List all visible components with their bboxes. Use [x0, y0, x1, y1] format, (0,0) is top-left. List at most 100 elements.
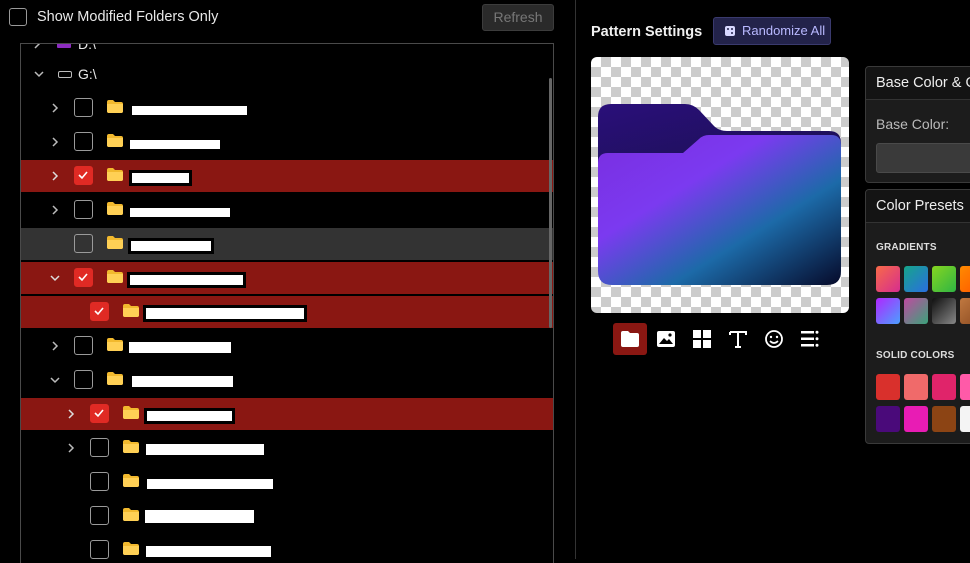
gradient-swatch[interactable] — [932, 298, 956, 324]
folder-icon — [107, 236, 123, 249]
base-color-input[interactable] — [876, 143, 970, 173]
dice-icon — [725, 26, 735, 36]
image-icon — [657, 331, 675, 347]
list-icon — [801, 330, 819, 347]
base-color-header[interactable]: Base Color & G — [866, 67, 970, 100]
tree-scrollbar[interactable] — [549, 78, 552, 328]
tree-row-selected[interactable] — [21, 261, 553, 295]
folder-checkbox[interactable] — [74, 336, 93, 355]
chevron-down-icon[interactable] — [49, 272, 61, 284]
tree-row[interactable] — [21, 194, 553, 227]
randomize-all-label: Randomize All — [742, 23, 826, 38]
chevron-right-icon[interactable] — [49, 170, 61, 182]
folder-checkbox-checked[interactable] — [74, 268, 93, 287]
tool-text[interactable] — [721, 323, 755, 355]
folder-checkbox[interactable] — [74, 370, 93, 389]
folder-checkbox-checked[interactable] — [74, 166, 93, 185]
color-presets-header[interactable]: Color Presets — [866, 190, 970, 223]
redacted-folder-name — [130, 208, 230, 217]
folder-checkbox[interactable] — [90, 540, 109, 559]
redacted-folder-name — [132, 106, 247, 115]
chevron-right-icon[interactable] — [65, 408, 77, 420]
tree-row[interactable] — [21, 466, 553, 499]
tool-image[interactable] — [649, 323, 683, 355]
solid-color-swatch[interactable] — [904, 374, 928, 400]
redacted-folder-name — [144, 408, 235, 424]
chevron-down-icon[interactable] — [49, 374, 61, 386]
grid-icon — [693, 330, 711, 348]
redacted-folder-name — [132, 376, 233, 387]
solid-color-swatch[interactable] — [932, 406, 956, 432]
redacted-folder-name — [146, 444, 264, 455]
tree-row[interactable] — [21, 330, 553, 363]
tree-row-hovered[interactable] — [21, 227, 553, 261]
tree-row[interactable] — [21, 500, 553, 533]
folder-checkbox-checked[interactable] — [90, 302, 109, 321]
top-bar: Show Modified Folders Only Refresh — [0, 0, 575, 36]
redacted-folder-name — [147, 479, 273, 489]
tree-row[interactable] — [21, 92, 553, 125]
folder-icon — [123, 440, 139, 453]
chevron-right-icon[interactable] — [49, 204, 61, 216]
folder-icon — [123, 474, 139, 487]
solid-color-swatch[interactable] — [876, 406, 900, 432]
randomize-all-button[interactable]: Randomize All — [713, 17, 831, 45]
tool-list[interactable] — [793, 323, 827, 355]
pattern-settings-title: Pattern Settings — [591, 24, 703, 40]
chevron-right-icon[interactable] — [49, 340, 61, 352]
solid-color-swatch[interactable] — [904, 406, 928, 432]
folder-icon — [107, 372, 123, 385]
redacted-folder-name — [129, 342, 231, 353]
folder-checkbox-checked[interactable] — [90, 404, 109, 423]
folder-checkbox[interactable] — [74, 98, 93, 117]
pane-divider[interactable] — [575, 0, 576, 559]
solid-color-swatch[interactable] — [960, 406, 970, 432]
folder-preview-icon — [598, 104, 841, 285]
tree-row-selected[interactable] — [21, 295, 553, 329]
drive-icon — [57, 44, 71, 48]
chevron-down-icon[interactable] — [33, 68, 45, 80]
tree-row[interactable] — [21, 364, 553, 397]
tool-emoji[interactable] — [757, 323, 791, 355]
tree-row-selected[interactable] — [21, 159, 553, 193]
solid-color-swatch[interactable] — [932, 374, 956, 400]
tool-folder[interactable] — [613, 323, 647, 355]
chevron-right-icon[interactable] — [65, 442, 77, 454]
pattern-preview — [591, 57, 849, 313]
gradient-swatch[interactable] — [932, 266, 956, 292]
refresh-button[interactable]: Refresh — [482, 4, 554, 31]
chevron-right-icon[interactable] — [31, 44, 43, 50]
gradient-swatch[interactable] — [904, 298, 928, 324]
tree-row[interactable] — [21, 432, 553, 465]
show-modified-checkbox[interactable] — [9, 8, 27, 26]
gradient-swatch[interactable] — [904, 266, 928, 292]
folder-icon — [107, 100, 123, 113]
base-color-label: Base Color: — [876, 116, 950, 132]
drive-icon — [58, 71, 72, 78]
gradient-swatch[interactable] — [876, 298, 900, 324]
solid-color-swatch[interactable] — [960, 374, 970, 400]
solid-color-swatch[interactable] — [876, 374, 900, 400]
folder-checkbox[interactable] — [90, 506, 109, 525]
folder-checkbox[interactable] — [74, 132, 93, 151]
tree-row-drive-g[interactable]: G:\ — [21, 58, 553, 91]
folder-checkbox[interactable] — [90, 438, 109, 457]
tool-grid[interactable] — [685, 323, 719, 355]
chevron-right-icon[interactable] — [49, 102, 61, 114]
redacted-folder-name — [145, 510, 254, 523]
folder-icon — [621, 331, 639, 347]
solid-colors-label: SOLID COLORS — [876, 350, 955, 361]
folder-checkbox[interactable] — [74, 234, 93, 253]
drive-d-label: D:\ — [78, 43, 96, 52]
drive-g-label: G:\ — [78, 66, 97, 82]
gradient-swatch[interactable] — [960, 266, 970, 292]
folder-checkbox[interactable] — [90, 472, 109, 491]
tree-row[interactable] — [21, 126, 553, 159]
tree-row-selected[interactable] — [21, 397, 553, 431]
base-color-panel: Base Color & G Base Color: — [865, 66, 970, 183]
folder-icon — [123, 508, 139, 521]
gradient-swatch[interactable] — [960, 298, 970, 324]
chevron-right-icon[interactable] — [49, 136, 61, 148]
folder-checkbox[interactable] — [74, 200, 93, 219]
gradient-swatch[interactable] — [876, 266, 900, 292]
